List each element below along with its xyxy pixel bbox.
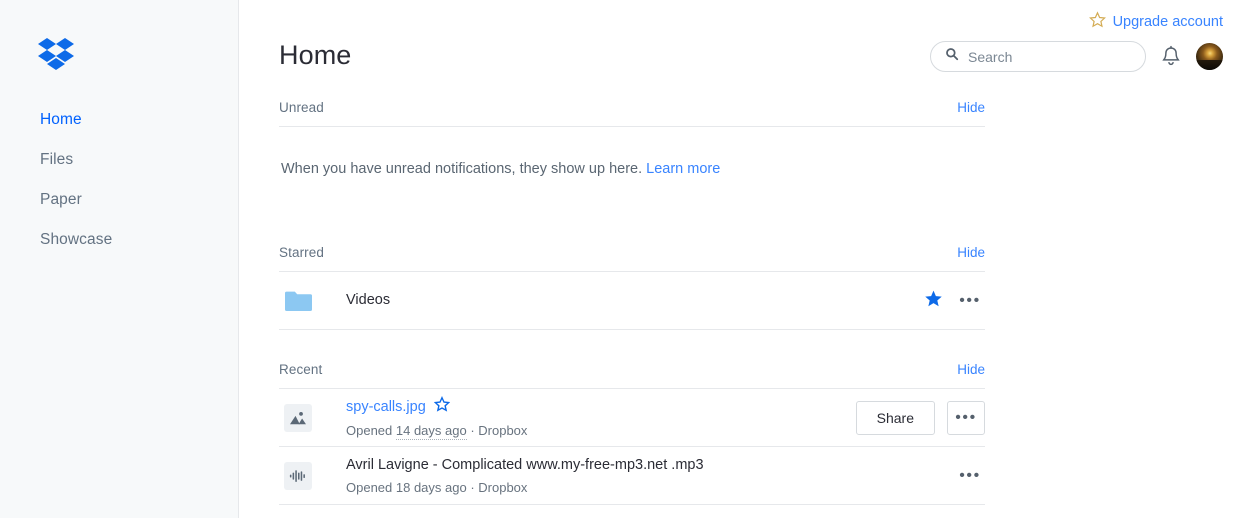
image-file-icon — [284, 403, 312, 432]
sidebar-item-files[interactable]: Files — [0, 140, 238, 180]
starred-row-actions: ••• — [924, 287, 985, 315]
learn-more-link[interactable]: Learn more — [646, 161, 720, 177]
star-outline-icon — [1088, 11, 1106, 33]
star-filled-icon[interactable] — [924, 289, 943, 313]
sidebar-item-home[interactable]: Home — [0, 100, 238, 140]
sidebar-item-paper[interactable]: Paper — [0, 180, 238, 220]
starred-row-label: Videos — [346, 291, 924, 310]
recent-row-label: Avril Lavigne - Complicated www.my-free-… — [346, 456, 955, 496]
recent-item-meta-prefix: Opened — [346, 423, 396, 438]
recent-row-more-button[interactable]: ••• — [955, 462, 985, 490]
user-avatar[interactable] — [1196, 43, 1223, 70]
unread-empty-state: When you have unread notifications, they… — [279, 127, 985, 179]
starred-section-header: Starred Hide — [279, 245, 985, 272]
recent-item-filename: Avril Lavigne - Complicated www.my-free-… — [346, 456, 704, 473]
topbar-actions — [930, 41, 1223, 72]
dropbox-home-page: Home Files Paper Showcase Upgrade accoun… — [0, 0, 1241, 518]
sidebar-item-showcase[interactable]: Showcase — [0, 220, 238, 260]
recent-section-title: Recent — [279, 362, 323, 377]
sidebar: Home Files Paper Showcase — [0, 0, 239, 518]
notifications-bell-icon[interactable] — [1160, 45, 1182, 69]
section-starred: Starred Hide Videos ••• — [279, 245, 985, 330]
section-unread: Unread Hide When you have unread notific… — [279, 100, 985, 179]
recent-item-meta: Opened 14 days ago · Dropbox — [346, 422, 856, 440]
page-title: Home — [279, 40, 352, 70]
dropbox-logo[interactable] — [38, 38, 74, 72]
recent-item-meta: Opened 18 days ago · Dropbox — [346, 479, 955, 496]
table-row[interactable]: spy-calls.jpg Opened 14 days ago · Dropb… — [279, 389, 985, 447]
recent-item-name[interactable]: Avril Lavigne - Complicated www.my-free-… — [346, 456, 955, 475]
recent-row-actions: Share ••• — [855, 400, 985, 435]
ellipsis-icon: ••• — [959, 291, 981, 309]
ellipsis-icon: ••• — [955, 408, 977, 426]
starred-item-name: Videos — [346, 292, 391, 308]
unread-section-header: Unread Hide — [279, 100, 985, 127]
recent-item-meta-time: 14 days ago — [395, 423, 467, 440]
folder-icon — [284, 287, 312, 315]
recent-row-label: spy-calls.jpg Opened 14 days ago · Dropb… — [346, 396, 856, 440]
unread-empty-text: When you have unread notifications, they… — [281, 161, 643, 177]
table-row[interactable]: Videos ••• — [279, 272, 985, 330]
recent-section-header: Recent Hide — [279, 362, 985, 389]
starred-hide-link[interactable]: Hide — [957, 245, 985, 260]
recent-item-meta-prefix: Opened — [346, 479, 396, 495]
audio-file-icon — [284, 461, 312, 490]
recent-item-name[interactable]: spy-calls.jpg — [346, 396, 856, 418]
recent-row-more-button[interactable]: ••• — [947, 400, 985, 435]
recent-item-filename: spy-calls.jpg — [346, 398, 426, 415]
table-row[interactable]: Avril Lavigne - Complicated www.my-free-… — [279, 447, 985, 505]
ellipsis-icon: ••• — [959, 466, 981, 484]
starred-row-more-button[interactable]: ••• — [955, 287, 985, 315]
unread-section-title: Unread — [279, 100, 324, 115]
recent-item-meta-suffix: · Dropbox — [466, 479, 528, 495]
main-content: Upgrade account Home Search Unread Hide … — [239, 0, 1241, 518]
star-outline-icon[interactable] — [433, 396, 450, 418]
search-box[interactable] — [930, 41, 1146, 72]
upgrade-account-link[interactable]: Upgrade account — [1113, 14, 1223, 30]
recent-item-meta-time: 18 days ago — [395, 479, 467, 495]
starred-section-title: Starred — [279, 245, 324, 260]
search-input[interactable] — [968, 48, 1118, 65]
sections-container: Unread Hide When you have unread notific… — [279, 100, 985, 505]
search-icon — [945, 47, 959, 66]
recent-item-meta-suffix: · Dropbox — [466, 423, 528, 438]
unread-hide-link[interactable]: Hide — [957, 100, 985, 115]
sidebar-nav: Home Files Paper Showcase — [0, 100, 238, 260]
share-button[interactable]: Share — [855, 400, 935, 435]
upgrade-account-row[interactable]: Upgrade account — [1088, 11, 1223, 33]
section-recent: Recent Hide spy-calls.jpg Opened 14 days… — [279, 362, 985, 505]
recent-hide-link[interactable]: Hide — [957, 362, 985, 377]
recent-row-actions: ••• — [955, 462, 985, 490]
